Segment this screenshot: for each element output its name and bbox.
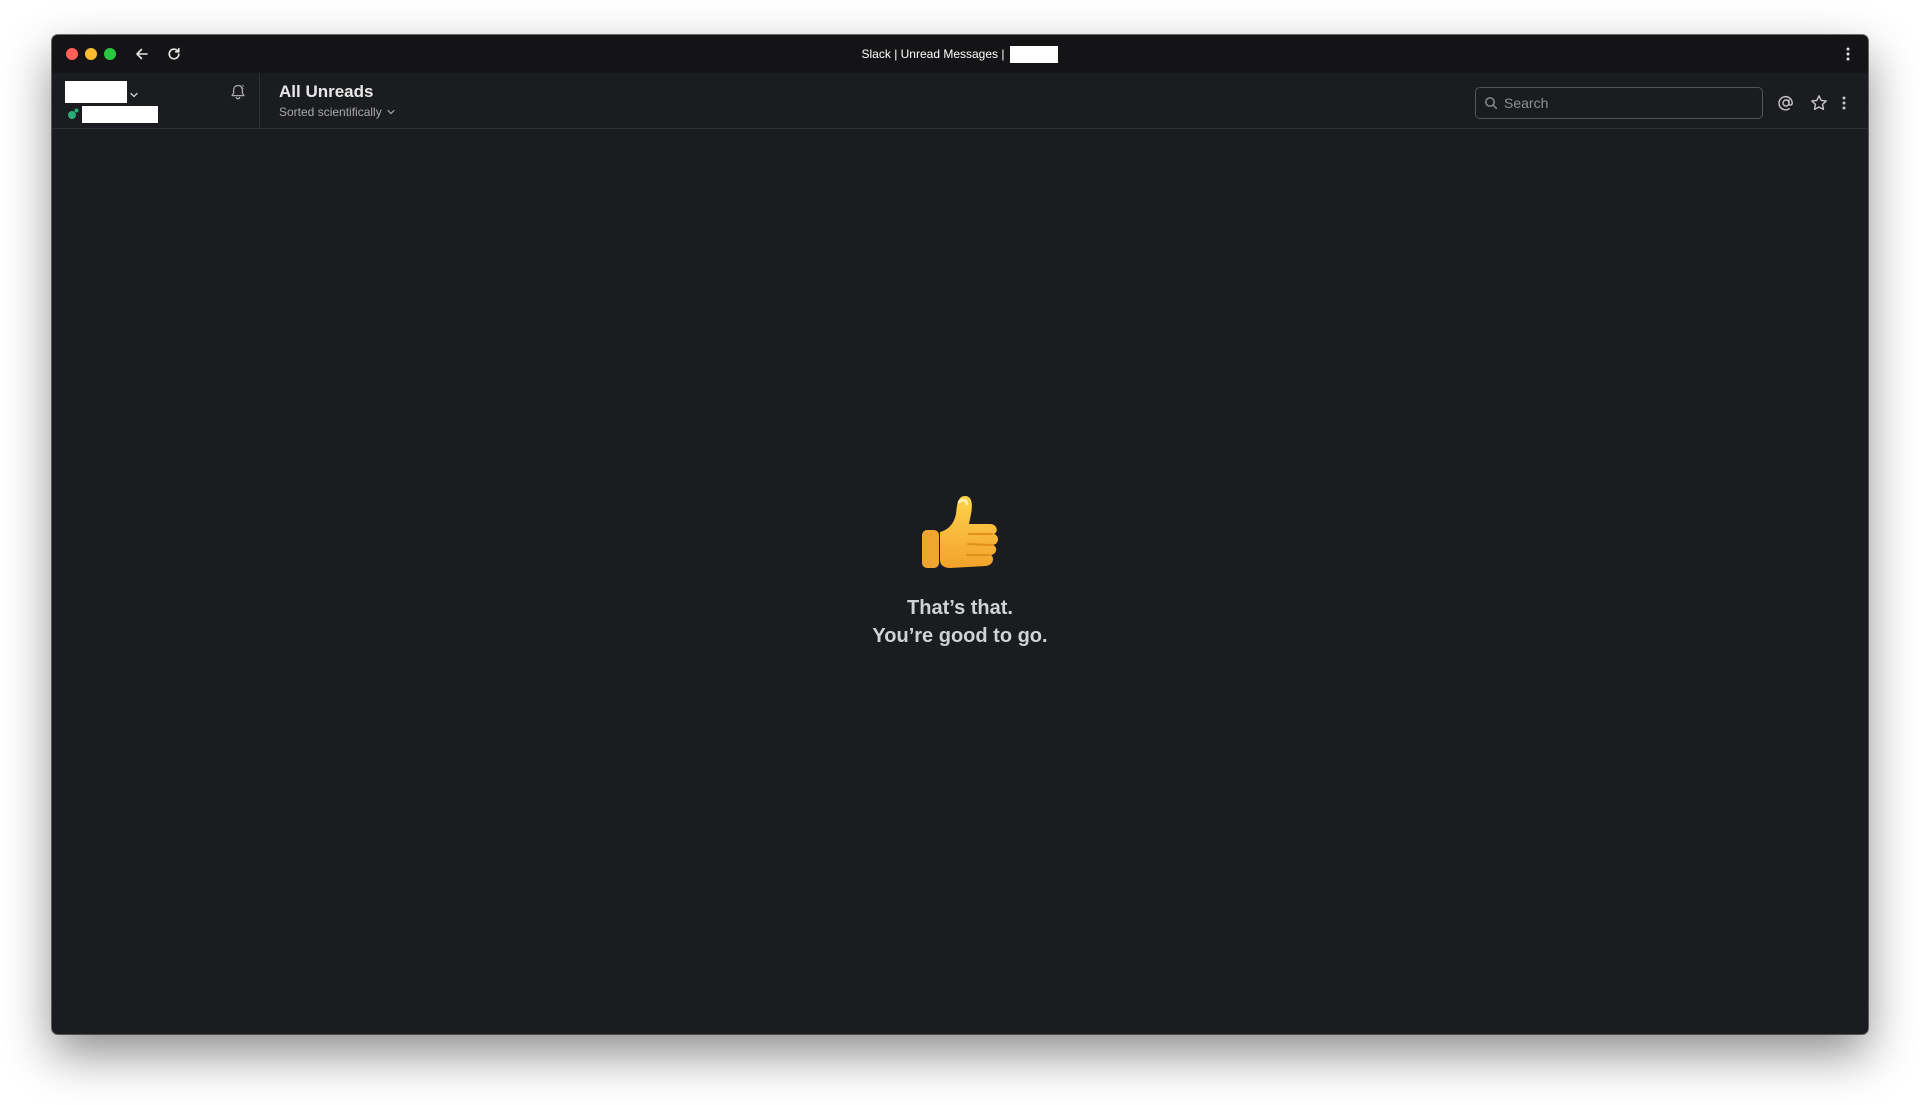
empty-state-line-2: You’re good to go. [872, 625, 1048, 647]
page-title: All Unreads [279, 82, 374, 101]
search-icon [1485, 97, 1498, 110]
redacted-workspace-name [1010, 45, 1059, 63]
svg-text:z: z [241, 84, 244, 91]
thumbs-up-icon [922, 496, 999, 568]
kebab-menu-icon [1846, 47, 1850, 61]
saved-items-button[interactable] [1808, 92, 1830, 114]
search-input[interactable]: Search [1475, 87, 1763, 119]
empty-state: That’s that. You’re good to go. [52, 490, 1868, 650]
at-sign-icon [1778, 95, 1793, 111]
more-actions-button[interactable] [1837, 92, 1851, 114]
app-header: z All Unreads Sorted scientifically Sear… [52, 73, 1868, 129]
chevron-down-icon[interactable] [130, 85, 138, 103]
presence-status-icon [67, 107, 79, 119]
window-title: Slack | Unread Messages | [52, 35, 1868, 73]
chevron-down-icon [387, 109, 395, 115]
kebab-menu-icon [1842, 96, 1846, 110]
window-title-text: Slack | Unread Messages | [861, 47, 1005, 61]
app-window: Slack | Unread Messages | z All Unreads … [52, 35, 1868, 1034]
sort-dropdown[interactable]: Sorted scientifically [279, 105, 395, 119]
sort-label: Sorted scientifically [279, 105, 382, 119]
mentions-button[interactable] [1775, 92, 1797, 114]
title-bar: Slack | Unread Messages | [52, 35, 1868, 73]
workspace-switcher: z [52, 73, 260, 129]
star-icon [1811, 95, 1827, 111]
notifications-button[interactable]: z [226, 80, 250, 104]
empty-state-line-1: That’s that. [907, 597, 1013, 619]
workspace-name[interactable] [65, 81, 127, 103]
search-placeholder: Search [1504, 95, 1549, 111]
user-name[interactable] [82, 106, 158, 123]
window-menu-button[interactable] [1838, 44, 1858, 64]
bell-icon: z [231, 84, 245, 100]
